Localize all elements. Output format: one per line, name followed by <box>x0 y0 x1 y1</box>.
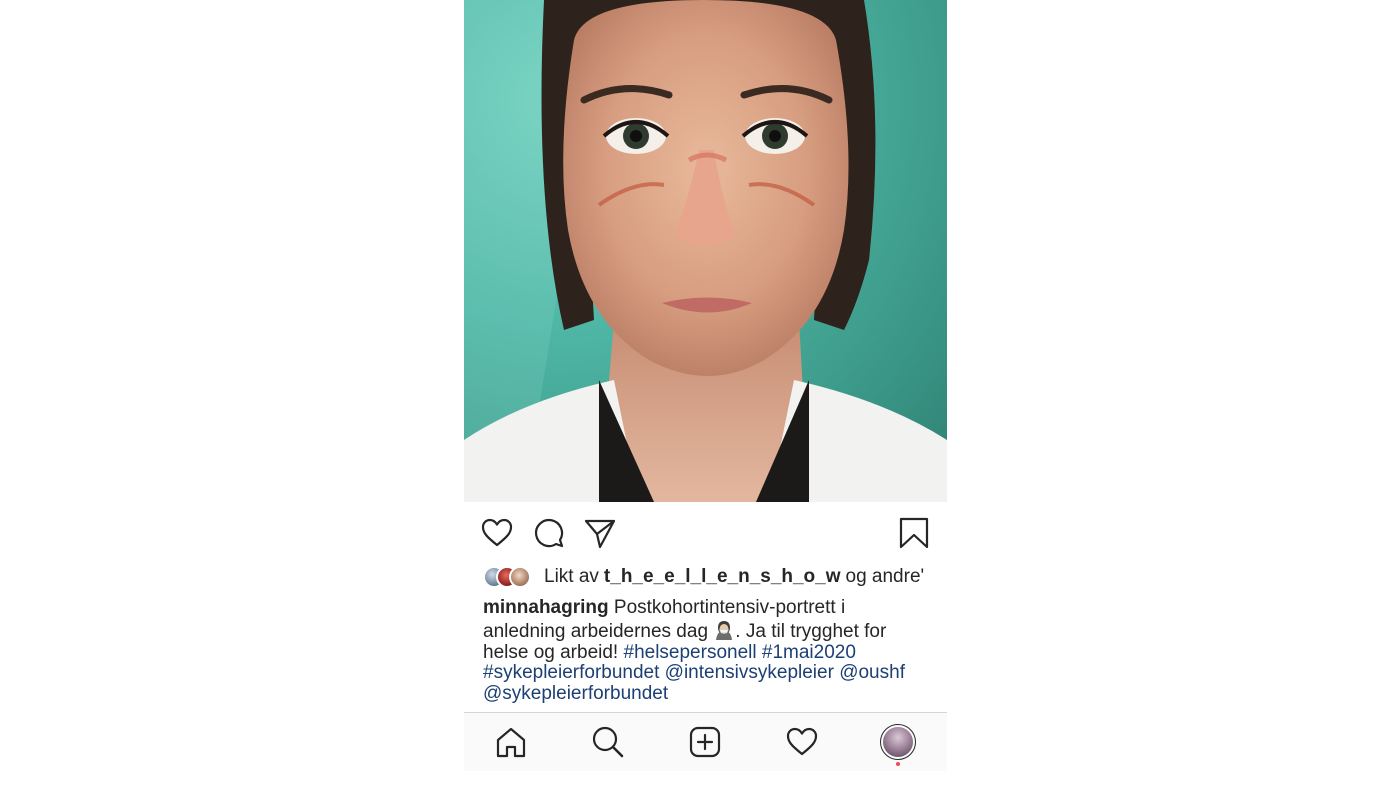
bottom-tab-bar <box>464 712 947 771</box>
liker-avatars[interactable] <box>483 566 531 588</box>
new-post-icon[interactable] <box>688 725 722 759</box>
heart-icon[interactable] <box>480 516 514 550</box>
caption-author-link[interactable]: minnahagring <box>483 597 609 618</box>
activity-heart-icon[interactable] <box>785 725 819 759</box>
liked-by-user-link[interactable]: t_h_e_e_l_l_e_n_s_h_o_w <box>604 565 841 589</box>
avatar <box>509 566 531 588</box>
liked-by-label: Likt av <box>544 566 599 587</box>
hashtag-link[interactable]: #helsepersonell <box>624 642 757 663</box>
and-others-link[interactable]: og andre' <box>846 565 925 589</box>
post-caption: minnahagring Postkohortintensiv-portrett… <box>483 597 923 705</box>
portrait-image <box>464 0 947 502</box>
avatar <box>883 727 913 757</box>
bookmark-icon[interactable] <box>897 516 931 550</box>
person-with-mask-icon <box>713 619 735 641</box>
home-icon[interactable] <box>494 725 528 759</box>
post-photo[interactable] <box>464 0 947 502</box>
mention-link[interactable]: @sykepleierforbundet <box>483 683 668 704</box>
paper-plane-icon[interactable] <box>583 516 617 550</box>
post-action-bar <box>464 508 947 558</box>
mention-link[interactable]: @intensivsykepleier <box>665 662 834 683</box>
mention-link[interactable]: @oushf <box>839 662 905 683</box>
hashtag-link[interactable]: #1mai2020 <box>762 642 856 663</box>
notification-dot <box>896 762 900 766</box>
search-icon[interactable] <box>591 725 625 759</box>
likes-row: Likt av t_h_e_e_l_l_e_n_s_h_o_w og andre… <box>483 564 933 590</box>
instagram-post-screen: Likt av t_h_e_e_l_l_e_n_s_h_o_w og andre… <box>464 0 947 771</box>
profile-avatar[interactable] <box>880 724 916 760</box>
comment-icon[interactable] <box>532 516 566 550</box>
hashtag-link[interactable]: #sykepleierforbundet <box>483 662 659 683</box>
